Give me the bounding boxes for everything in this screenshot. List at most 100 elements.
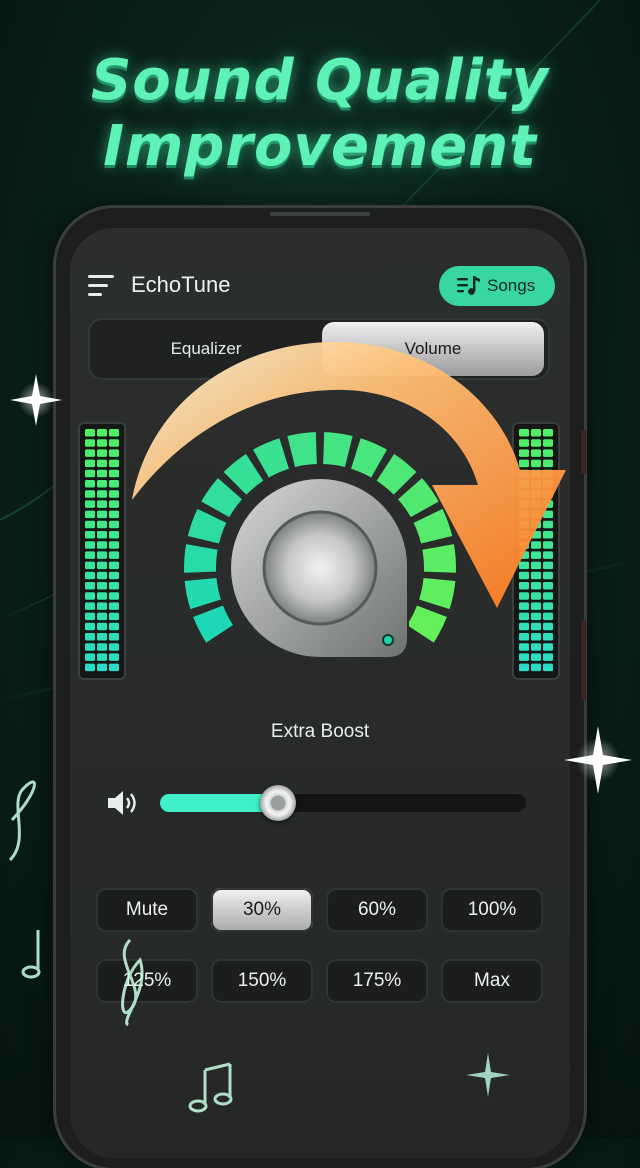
vu-meter-cell — [519, 449, 529, 457]
vu-meter-cell — [109, 500, 119, 508]
preset-mute-button[interactable]: Mute — [96, 888, 198, 932]
vu-meter-cell — [97, 582, 107, 590]
knob-level-segment — [406, 605, 447, 643]
vu-meter-cell — [531, 541, 541, 549]
vu-meter-cell — [531, 633, 541, 641]
vu-meter-cell — [85, 571, 95, 580]
vu-meter-cell — [109, 622, 119, 631]
vu-meter-cell — [109, 571, 119, 580]
tab-volume[interactable]: Volume — [322, 322, 544, 376]
preset-125-button[interactable]: 125% — [96, 959, 198, 1003]
vu-meter-cell — [109, 510, 119, 519]
vu-meter-cell — [109, 490, 119, 498]
vu-meter-cell — [97, 449, 107, 457]
vu-meter-cell — [97, 653, 107, 661]
songs-button[interactable]: Songs — [439, 266, 555, 306]
vu-meter-cell — [543, 622, 553, 631]
preset-175-button[interactable]: 175% — [326, 959, 428, 1003]
vu-meter-cell — [97, 439, 107, 447]
vu-meter-cell — [543, 500, 553, 508]
vu-meter-cell — [543, 469, 553, 478]
vu-meter-cell — [109, 582, 119, 590]
vu-meter-cell — [85, 541, 95, 549]
vu-meter-cell — [85, 531, 95, 539]
preset-100-button[interactable]: 100% — [441, 888, 543, 932]
vu-meter-cell — [109, 612, 119, 621]
knob-level-segment — [323, 432, 353, 468]
vu-meter-cell — [543, 449, 553, 457]
vu-meter-cell — [85, 439, 95, 447]
preset-60-button[interactable]: 60% — [326, 888, 428, 932]
vu-meter-cell — [97, 551, 107, 559]
phone-side-button — [581, 430, 586, 474]
volume-slider-thumb[interactable] — [259, 785, 296, 821]
vu-meter-cell — [531, 612, 541, 621]
vu-meter-cell — [85, 622, 95, 631]
preset-max-button[interactable]: Max — [441, 959, 543, 1003]
vu-meter-cell — [531, 561, 541, 570]
vu-meter-cell — [109, 520, 119, 529]
vu-meter-cell — [109, 592, 119, 600]
knob-dial — [262, 510, 378, 626]
knob-indicator-dot — [382, 634, 394, 646]
speaker-icon[interactable] — [106, 788, 140, 818]
preset-150-button[interactable]: 150% — [211, 959, 313, 1003]
vu-meter-cell — [97, 531, 107, 539]
knob-level-segment — [184, 577, 221, 610]
vu-meter-cell — [85, 612, 95, 621]
vu-meter-cell — [531, 459, 541, 468]
vu-meter-cell — [531, 643, 541, 651]
vu-meter-cell — [543, 602, 553, 610]
vu-meter-cell — [519, 643, 529, 651]
volume-slider-fill — [160, 794, 270, 812]
vu-meter-cell — [97, 500, 107, 508]
vu-meter-cell — [85, 561, 95, 570]
knob-level-segment — [419, 577, 456, 610]
vu-meter-cell — [97, 459, 107, 468]
tab-volume-label: Volume — [404, 339, 462, 358]
vu-meter-cell — [97, 469, 107, 478]
vu-meter-cell — [109, 643, 119, 651]
vu-meter-cell — [543, 663, 553, 672]
vu-meter-cell — [109, 469, 119, 478]
vu-meter-left — [78, 422, 126, 680]
preset-label: 150% — [237, 970, 287, 991]
playlist-music-icon — [457, 276, 480, 295]
vu-meter-cell — [109, 449, 119, 457]
vu-meter-cell — [531, 551, 541, 559]
vu-meter-cell — [85, 449, 95, 457]
knob-level-segment — [193, 605, 234, 643]
vu-meter-cell — [85, 520, 95, 529]
vu-meter-cell — [85, 429, 95, 437]
vu-meter-cell — [519, 653, 529, 661]
hamburger-menu-icon[interactable] — [88, 275, 114, 297]
phone-side-button — [581, 620, 586, 700]
vu-meter-cell — [97, 602, 107, 610]
vu-meter-cell — [109, 480, 119, 488]
knob-level-segment — [422, 544, 456, 573]
knob-level-segment — [413, 508, 453, 544]
mode-tabs: Equalizer Volume — [88, 318, 550, 380]
volume-knob[interactable] — [160, 418, 480, 698]
vu-meter-cell — [85, 469, 95, 478]
app-screen: EchoTune Songs Equalizer Volume Extra Bo… — [70, 228, 570, 1158]
vu-meter-cell — [109, 663, 119, 672]
vu-meter-cell — [109, 541, 119, 549]
vu-meter-cell — [85, 459, 95, 468]
vu-meter-cell — [519, 429, 529, 437]
vu-meter-cell — [109, 429, 119, 437]
volume-slider[interactable] — [160, 785, 526, 821]
knob-level-segment — [351, 438, 387, 478]
songs-button-label: Songs — [487, 276, 536, 295]
vu-meter-cell — [97, 633, 107, 641]
preset-label: 125% — [122, 970, 172, 991]
sparkle-icon — [10, 374, 62, 426]
vu-meter-cell — [531, 439, 541, 447]
vu-meter-cell — [531, 531, 541, 539]
tab-equalizer-label: Equalizer — [170, 339, 242, 358]
knob-level-segment — [187, 508, 227, 544]
vu-meter-cell — [531, 602, 541, 610]
vu-meter-cell — [97, 561, 107, 570]
preset-30-button[interactable]: 30% — [211, 888, 313, 932]
tab-equalizer[interactable]: Equalizer — [92, 322, 320, 376]
